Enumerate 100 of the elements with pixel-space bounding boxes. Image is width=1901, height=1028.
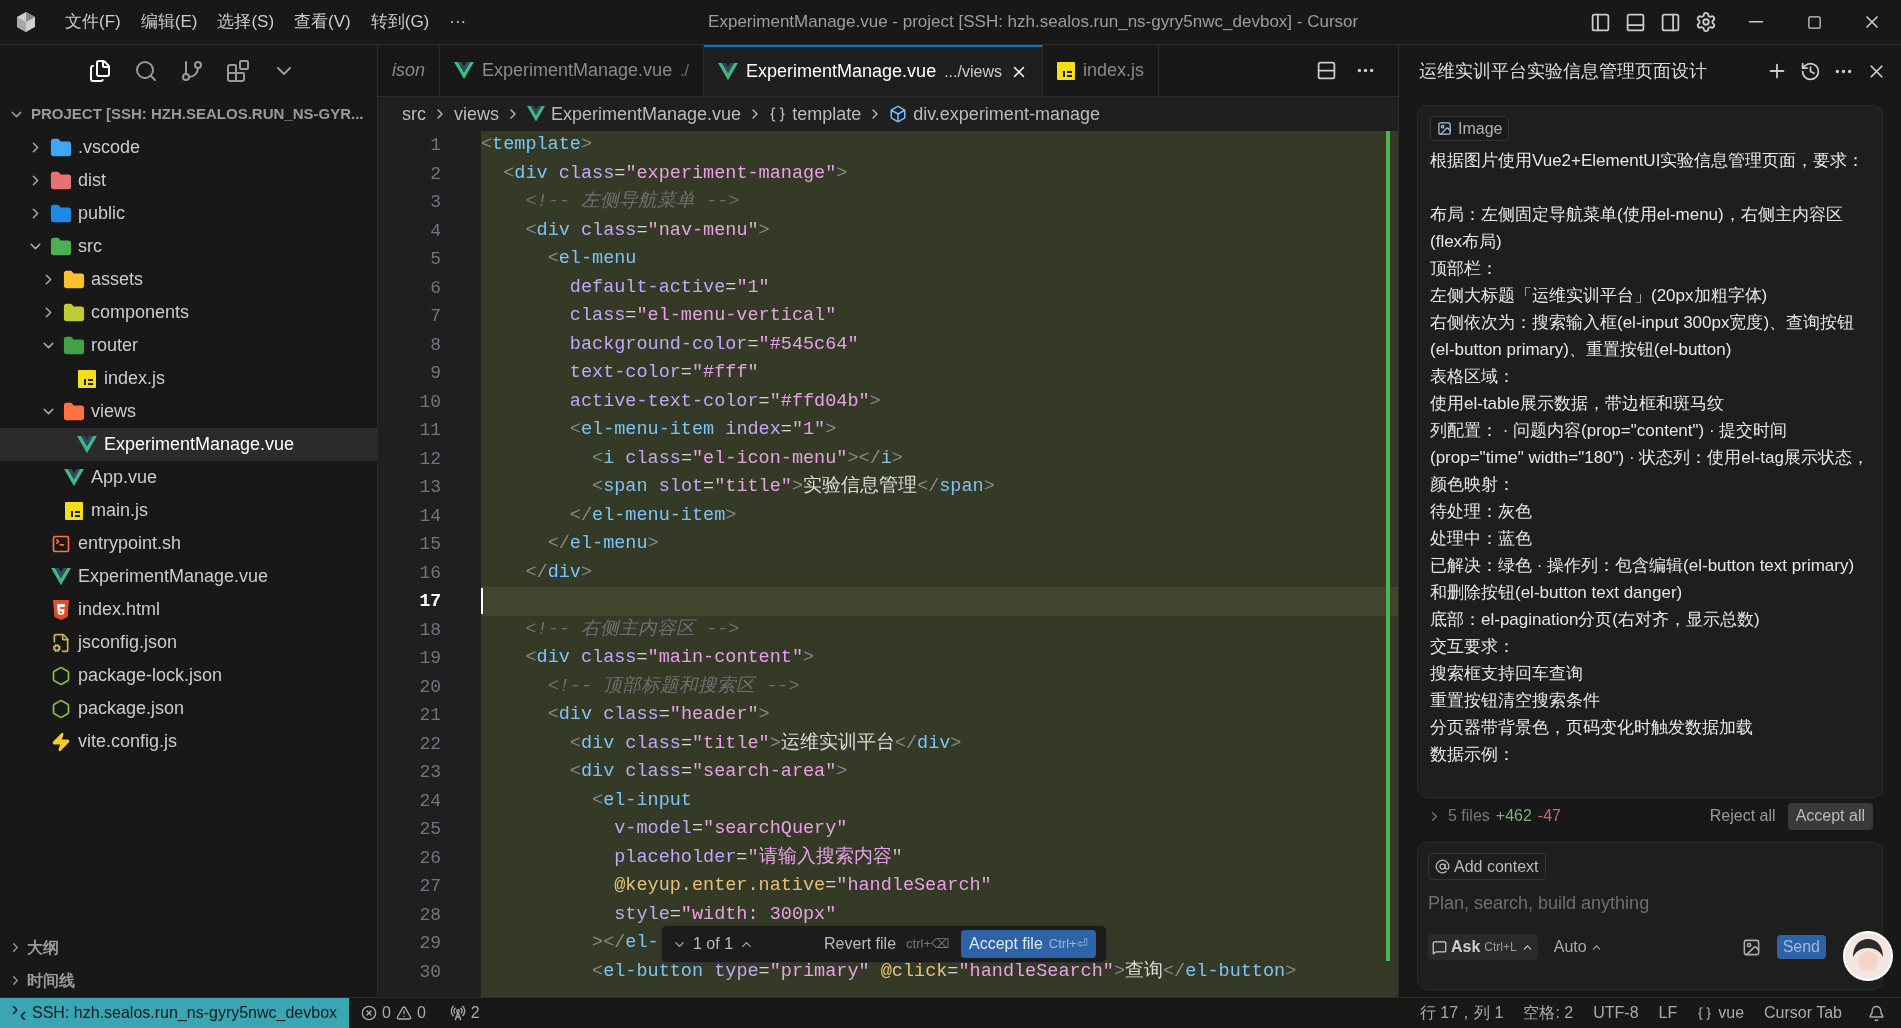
- breadcrumb-item[interactable]: views: [454, 100, 499, 128]
- file-tree-item[interactable]: package.json: [0, 692, 377, 725]
- message-text: 列配置： · 问题内容(prop="content") · 提交时间(prop="time" width="180") · 状态列：使用el-tag展示状态，颜色映射：: [1430, 420, 1870, 496]
- breadcrumb-item[interactable]: ExperimentManage.vue: [551, 100, 742, 128]
- menu-item[interactable]: 选择(S): [207, 9, 285, 35]
- file-tree-item[interactable]: public: [0, 197, 377, 230]
- image-icon[interactable]: [1741, 937, 1761, 957]
- file-tree-item[interactable]: jsconfig.json: [0, 626, 377, 659]
- file-tree-item[interactable]: App.vue: [0, 461, 377, 494]
- blocks-icon[interactable]: [226, 59, 250, 83]
- accept-file-button[interactable]: Accept file Ctrl+⏎: [961, 930, 1096, 958]
- notifications-icon[interactable]: [1868, 1004, 1885, 1022]
- file-tree-item[interactable]: main.js: [0, 494, 377, 527]
- file-tree-item[interactable]: index.html: [0, 593, 377, 626]
- breadcrumb-item[interactable]: template: [792, 100, 862, 128]
- file-tree-item[interactable]: ExperimentManage.vue: [0, 560, 377, 593]
- antenna-icon: [449, 1005, 466, 1021]
- split-editor-icon[interactable]: [1316, 60, 1337, 81]
- code-line: <i class="el-icon-menu"></i>: [591, 446, 903, 471]
- line-number: 1: [430, 134, 441, 157]
- file-tree-item[interactable]: dist: [0, 164, 377, 197]
- app-logo-icon: [15, 11, 37, 33]
- history-icon[interactable]: [1800, 60, 1821, 82]
- line-number: 9: [430, 362, 441, 385]
- encoding-setting[interactable]: UTF-8: [1583, 1001, 1649, 1025]
- problems-indicator[interactable]: 0 0: [349, 1001, 438, 1025]
- search-icon[interactable]: [134, 59, 158, 83]
- config-file-icon: [51, 632, 71, 653]
- editor-tab[interactable]: ison: [378, 45, 441, 96]
- code-line: </el-menu>: [546, 532, 659, 557]
- chat-title-tab[interactable]: 运维实训平台实验信息管理页面设计: [1419, 57, 1754, 85]
- ports-indicator[interactable]: 2: [437, 1001, 492, 1025]
- file-tree-item[interactable]: vite.config.js: [0, 725, 377, 758]
- file-tree-item[interactable]: views: [0, 395, 377, 428]
- message-text: 底部：el-pagination分页(右对齐，显示总数): [1430, 609, 1761, 631]
- menu-item[interactable]: 编辑(E): [130, 9, 208, 35]
- cursor-tab-status[interactable]: Cursor Tab: [1754, 1001, 1852, 1025]
- indentation-setting[interactable]: 空格: 2: [1513, 1001, 1584, 1025]
- files-icon[interactable]: [88, 59, 112, 83]
- remote-indicator[interactable]: SSH: hzh.sealos.run_ns-gyry5nwc_devbox: [0, 998, 350, 1028]
- line-number: 24: [419, 789, 441, 813]
- remote-icon: [12, 1006, 26, 1020]
- settings-icon[interactable]: [1695, 11, 1717, 33]
- line-ending-setting[interactable]: LF: [1648, 1001, 1688, 1025]
- code-line: <!-- 左侧导航菜单 -->: [524, 189, 740, 215]
- menu-item[interactable]: 文件(F): [55, 9, 131, 35]
- model-selector[interactable]: Auto: [1553, 935, 1603, 959]
- vue-file-icon: [51, 567, 71, 586]
- code-line: background-color="#545c64": [568, 332, 859, 357]
- message-text: 右侧依次为：搜索输入框(el-input 300px宽度)、查询按钮(el-button primary)、重置按钮(el-button): [1430, 312, 1856, 361]
- message-text: 数据示例：: [1430, 744, 1516, 766]
- line-number: 11: [419, 419, 441, 442]
- menu-item[interactable]: 查看(V): [284, 9, 361, 35]
- branch-icon[interactable]: [180, 59, 204, 83]
- file-tree-item[interactable]: .vscode: [0, 131, 377, 164]
- editor-tab[interactable]: ExperimentManage.vue .../views: [704, 45, 1043, 96]
- window-title: ExperimentManage.vue - project [SSH: hzh.sealos.run_ns-gyry5nwc_devbox] - Cursor: [707, 11, 1360, 34]
- file-tree-item[interactable]: src: [0, 230, 377, 263]
- breadcrumb-item[interactable]: div.experiment-manage: [913, 100, 1100, 128]
- panel-right-icon[interactable]: [1660, 11, 1681, 33]
- file-tree-item[interactable]: ExperimentManage.vue: [0, 428, 377, 461]
- line-number: 15: [419, 533, 441, 556]
- cursor-position[interactable]: 行 17，列 1: [1409, 1001, 1514, 1025]
- panel-bottom-icon[interactable]: [1625, 11, 1646, 33]
- reject-all-button[interactable]: Reject all: [1703, 804, 1782, 828]
- file-tree-item[interactable]: components: [0, 296, 377, 329]
- revert-file-button[interactable]: Revert file: [820, 932, 901, 956]
- code-line: <template>: [481, 133, 593, 158]
- message-text: 搜索框支持回车查询: [1430, 663, 1584, 685]
- file-tree-item[interactable]: index.js: [0, 362, 377, 395]
- image-attachment-chip[interactable]: Image: [1430, 116, 1510, 141]
- add-context-button[interactable]: Add context: [1428, 853, 1546, 880]
- accept-all-button[interactable]: Accept all: [1787, 802, 1873, 830]
- panel-left-icon[interactable]: [1590, 11, 1611, 33]
- line-number: 6: [430, 276, 441, 300]
- shortcut-hint: ctrl+⌫: [906, 935, 949, 954]
- project-title[interactable]: PROJECT [SSH: HZH.SEALOS.RUN_NS-GYR...: [31, 102, 364, 126]
- mode-button[interactable]: Ask Ctrl+L: [1428, 934, 1538, 960]
- file-tree-item[interactable]: assets: [0, 263, 377, 296]
- message-text: 待处理：灰色: [1430, 501, 1533, 523]
- file-tree-item[interactable]: router: [0, 329, 377, 362]
- file-tree-item[interactable]: entrypoint.sh: [0, 527, 377, 560]
- message-text: 已解决：绿色 · 操作列：包含编辑(el-button text primary)和删除按钮(el-button text danger): [1430, 555, 1856, 604]
- breadcrumb-item[interactable]: src: [402, 100, 426, 128]
- language-mode[interactable]: vue: [1687, 1001, 1755, 1025]
- code-line: <span slot="title">实验信息管理</span>: [591, 474, 995, 500]
- chat-input-field[interactable]: Plan, search, build anything: [1428, 886, 1872, 920]
- line-number: 22: [419, 732, 441, 756]
- sidebar-section[interactable]: 时间线: [0, 964, 377, 997]
- line-number: 23: [419, 761, 441, 784]
- menu-item[interactable]: 转到(G): [360, 9, 440, 35]
- sidebar-section[interactable]: 大纲: [0, 931, 377, 964]
- line-number: 7: [430, 305, 441, 328]
- file-tree-item[interactable]: package-lock.json: [0, 659, 377, 692]
- menu-item[interactable]: ···: [439, 9, 477, 35]
- editor-tab[interactable]: index.js: [1042, 45, 1159, 96]
- line-number: 2: [430, 162, 441, 186]
- code-line: class="el-menu-vertical": [568, 304, 837, 329]
- code-line: v-model="searchQuery": [613, 817, 848, 842]
- minimize-icon: [1749, 21, 1763, 23]
